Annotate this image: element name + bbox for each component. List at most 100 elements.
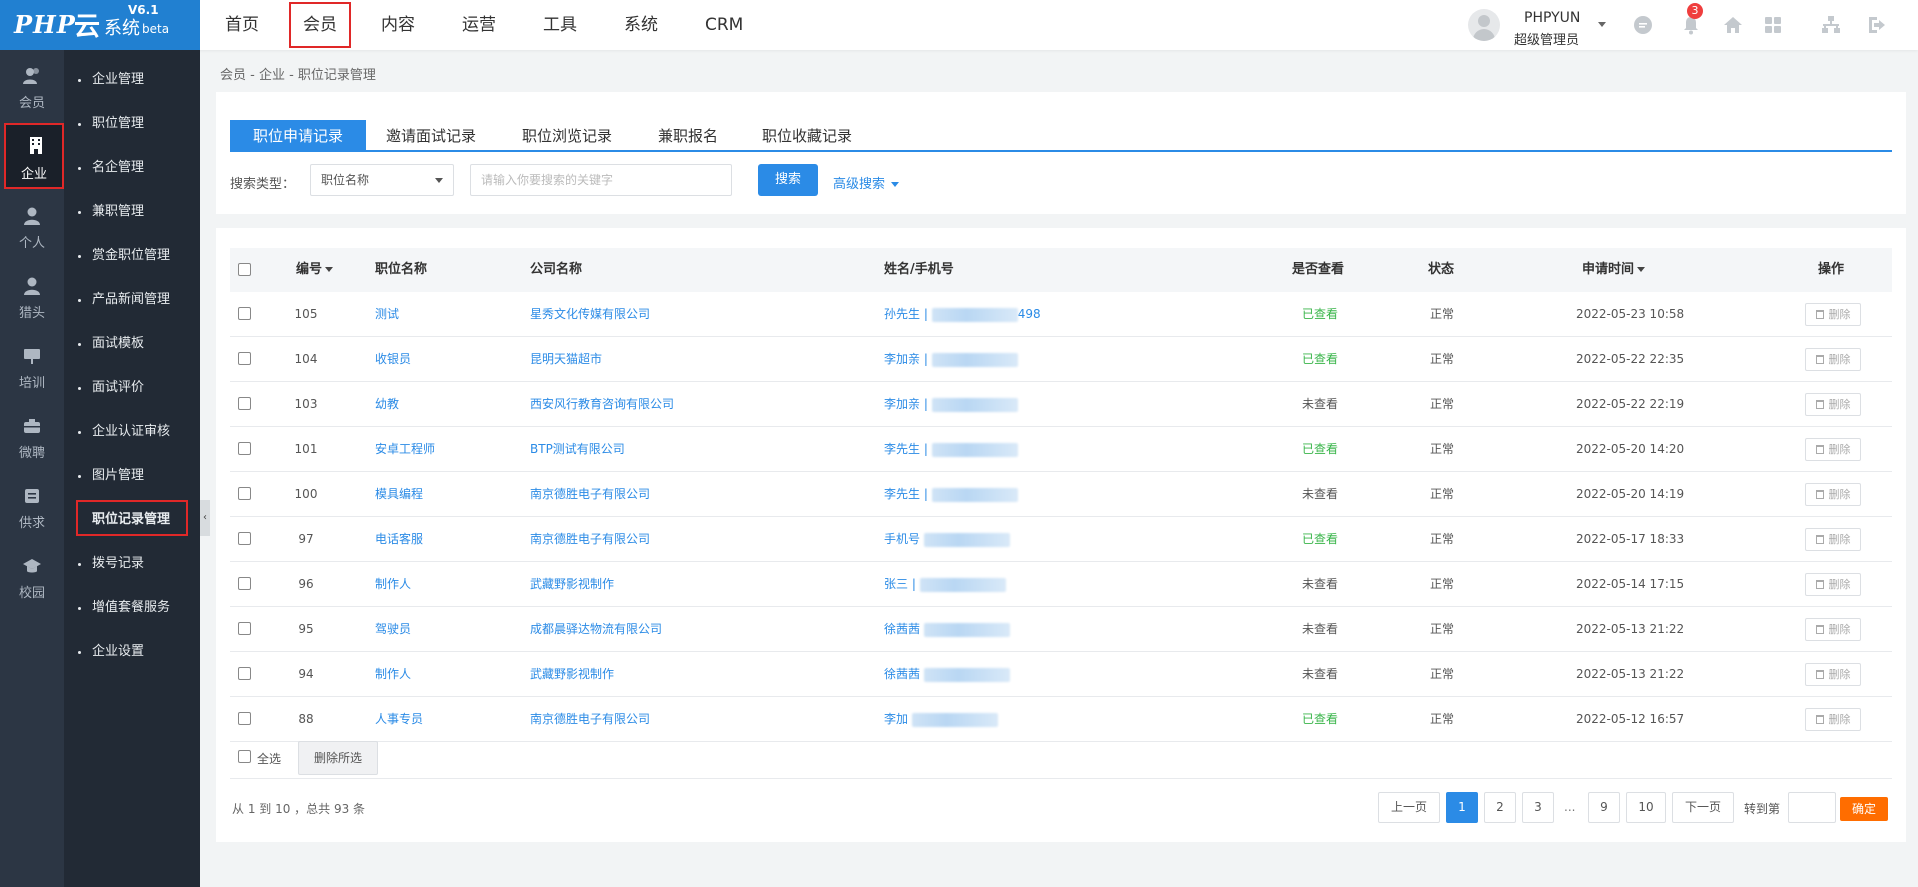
tab-job-favorites[interactable]: 职位收藏记录 bbox=[762, 120, 852, 152]
topnav-member[interactable]: 会员 bbox=[289, 2, 351, 48]
row-job-link[interactable]: 安卓工程师 bbox=[375, 427, 435, 472]
col-id[interactable]: 编号 bbox=[296, 248, 334, 293]
search-button[interactable]: 搜索 bbox=[758, 164, 818, 196]
row-delete-button[interactable]: 删除 bbox=[1805, 438, 1861, 461]
row-company-link[interactable]: 武藏野影视制作 bbox=[530, 652, 614, 697]
topnav-operation[interactable]: 运营 bbox=[445, 0, 513, 50]
row-company-link[interactable]: BTP测试有限公司 bbox=[530, 427, 625, 472]
submenu-item[interactable]: 产品新闻管理 bbox=[64, 282, 200, 318]
row-delete-button[interactable]: 删除 bbox=[1805, 618, 1861, 641]
row-name-phone[interactable]: 李先生 | bbox=[884, 427, 1018, 472]
search-input[interactable] bbox=[470, 164, 732, 196]
rail-item-member[interactable]: 会员 bbox=[0, 56, 64, 120]
page-3-button[interactable]: 3 bbox=[1522, 792, 1554, 823]
submenu-item[interactable]: 企业设置 bbox=[64, 634, 200, 670]
row-checkbox[interactable] bbox=[238, 487, 251, 500]
header-checkbox[interactable] bbox=[238, 263, 251, 276]
row-delete-button[interactable]: 删除 bbox=[1805, 528, 1861, 551]
row-checkbox[interactable] bbox=[238, 667, 251, 680]
tab-parttime-signup[interactable]: 兼职报名 bbox=[658, 120, 718, 152]
row-company-link[interactable]: 星秀文化传媒有限公司 bbox=[530, 292, 650, 337]
row-name-phone[interactable]: 李加亲 | bbox=[884, 337, 1018, 382]
topnav-home[interactable]: 首页 bbox=[208, 0, 276, 50]
submenu-item[interactable]: 增值套餐服务 bbox=[64, 590, 200, 626]
row-name-phone[interactable]: 张三 | bbox=[884, 562, 1006, 607]
topnav-content[interactable]: 内容 bbox=[364, 0, 432, 50]
row-name-phone[interactable]: 徐茜茜 bbox=[884, 607, 1010, 652]
row-delete-button[interactable]: 删除 bbox=[1805, 303, 1861, 326]
topnav-crm[interactable]: CRM bbox=[688, 0, 760, 50]
row-checkbox[interactable] bbox=[238, 712, 251, 725]
row-checkbox[interactable] bbox=[238, 577, 251, 590]
submenu-item[interactable]: 赏金职位管理 bbox=[64, 238, 200, 274]
sitemap-icon[interactable] bbox=[1820, 14, 1842, 36]
row-delete-button[interactable]: 删除 bbox=[1805, 708, 1861, 731]
row-company-link[interactable]: 南京德胜电子有限公司 bbox=[530, 472, 650, 517]
row-job-link[interactable]: 制作人 bbox=[375, 652, 411, 697]
rail-item-headhunter[interactable]: 猎头 bbox=[0, 266, 64, 330]
page-9-button[interactable]: 9 bbox=[1588, 792, 1620, 823]
apps-icon[interactable] bbox=[1762, 14, 1784, 36]
submenu-item[interactable]: 面试模板 bbox=[64, 326, 200, 362]
row-checkbox[interactable] bbox=[238, 307, 251, 320]
row-name-phone[interactable]: 徐茜茜 bbox=[884, 652, 1010, 697]
row-checkbox[interactable] bbox=[238, 352, 251, 365]
rail-item-supply[interactable]: 供求 bbox=[0, 476, 64, 540]
row-company-link[interactable]: 武藏野影视制作 bbox=[530, 562, 614, 607]
logo[interactable]: PHP 云 系统 V6.1 beta bbox=[0, 0, 200, 50]
row-name-phone[interactable]: 李加亲 | bbox=[884, 382, 1018, 427]
row-delete-button[interactable]: 删除 bbox=[1805, 573, 1861, 596]
collapse-sidebar-button[interactable]: ‹ bbox=[200, 500, 210, 536]
row-name-phone[interactable]: 手机号 bbox=[884, 517, 1010, 562]
page-10-button[interactable]: 10 bbox=[1626, 792, 1666, 823]
logout-icon[interactable] bbox=[1866, 14, 1888, 36]
col-apply-time[interactable]: 申请时间 bbox=[1582, 248, 1646, 293]
goto-confirm-button[interactable]: 确定 bbox=[1840, 797, 1888, 821]
submenu-item[interactable]: 面试评价 bbox=[64, 370, 200, 406]
tab-interview-invites[interactable]: 邀请面试记录 bbox=[386, 120, 476, 152]
row-job-link[interactable]: 模具编程 bbox=[375, 472, 423, 517]
row-checkbox[interactable] bbox=[238, 397, 251, 410]
submenu-item[interactable]: 图片管理 bbox=[64, 458, 200, 494]
submenu-item[interactable]: 企业认证审核 bbox=[64, 414, 200, 450]
row-name-phone[interactable]: 李先生 | bbox=[884, 472, 1018, 517]
submenu-item[interactable]: 企业管理 bbox=[64, 62, 200, 98]
home-icon[interactable] bbox=[1722, 14, 1744, 36]
row-job-link[interactable]: 电话客服 bbox=[375, 517, 423, 562]
page-1-button[interactable]: 1 bbox=[1446, 792, 1478, 823]
row-company-link[interactable]: 昆明天猫超市 bbox=[530, 337, 602, 382]
row-job-link[interactable]: 制作人 bbox=[375, 562, 411, 607]
delete-selected-button[interactable]: 删除所选 bbox=[298, 741, 378, 775]
row-name-phone[interactable]: 孙先生 | 498 bbox=[884, 292, 1041, 337]
chat-icon[interactable] bbox=[1632, 14, 1654, 36]
rail-item-microhire[interactable]: 微聘 bbox=[0, 406, 64, 470]
rail-item-enterprise[interactable]: 企业 bbox=[4, 123, 64, 189]
page-2-button[interactable]: 2 bbox=[1484, 792, 1516, 823]
next-page-button[interactable]: 下一页 bbox=[1672, 792, 1734, 823]
row-job-link[interactable]: 测试 bbox=[375, 292, 399, 337]
row-checkbox[interactable] bbox=[238, 622, 251, 635]
topnav-system[interactable]: 系统 bbox=[607, 0, 675, 50]
row-job-link[interactable]: 幼教 bbox=[375, 382, 399, 427]
submenu-item[interactable]: 职位管理 bbox=[64, 106, 200, 142]
row-delete-button[interactable]: 删除 bbox=[1805, 483, 1861, 506]
row-delete-button[interactable]: 删除 bbox=[1805, 663, 1861, 686]
row-job-link[interactable]: 驾驶员 bbox=[375, 607, 411, 652]
row-company-link[interactable]: 南京德胜电子有限公司 bbox=[530, 517, 650, 562]
submenu-item[interactable]: 名企管理 bbox=[64, 150, 200, 186]
tab-job-views[interactable]: 职位浏览记录 bbox=[522, 120, 612, 152]
rail-item-campus[interactable]: 校园 bbox=[0, 546, 64, 610]
submenu-item[interactable]: 拨号记录 bbox=[64, 546, 200, 582]
row-company-link[interactable]: 西安风行教育咨询有限公司 bbox=[530, 382, 674, 427]
rail-item-personal[interactable]: 个人 bbox=[0, 196, 64, 260]
submenu-item-active[interactable]: 职位记录管理 bbox=[76, 500, 188, 536]
advanced-search-toggle[interactable]: 高级搜索 bbox=[833, 173, 900, 192]
topnav-tools[interactable]: 工具 bbox=[526, 0, 594, 50]
rail-item-training[interactable]: 培训 bbox=[0, 336, 64, 400]
select-all-checkbox[interactable] bbox=[238, 750, 251, 763]
search-type-select[interactable]: 职位名称 bbox=[310, 164, 454, 196]
row-delete-button[interactable]: 删除 bbox=[1805, 348, 1861, 371]
prev-page-button[interactable]: 上一页 bbox=[1378, 792, 1440, 823]
row-company-link[interactable]: 成都晨驿达物流有限公司 bbox=[530, 607, 662, 652]
submenu-item[interactable]: 兼职管理 bbox=[64, 194, 200, 230]
